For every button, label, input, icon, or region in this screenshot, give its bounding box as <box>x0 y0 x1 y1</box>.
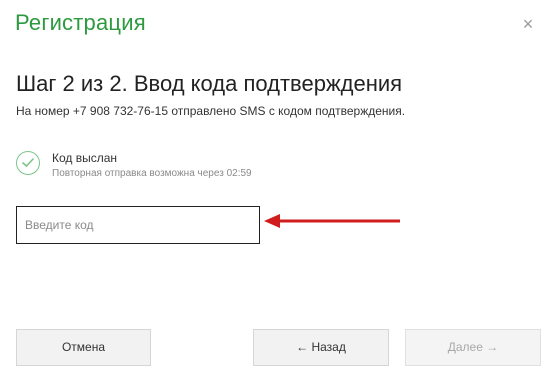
step-heading: Шаг 2 из 2. Ввод кода подтверждения <box>16 71 403 96</box>
close-icon[interactable]: × <box>518 14 538 34</box>
code-input[interactable] <box>16 206 260 244</box>
code-sent-label: Код выслан <box>52 151 118 165</box>
red-arrow-icon <box>264 214 400 228</box>
back-button[interactable]: ← Назад <box>253 329 389 366</box>
sms-sent-note: На номер +7 908 732-76-15 отправлено SMS… <box>16 104 406 118</box>
registration-dialog: Регистрация × Шаг 2 из 2. Ввод кода подт… <box>0 0 552 373</box>
check-circle-icon <box>16 151 40 175</box>
resend-timer-note: Повторная отправка возможна через 02:59 <box>52 168 252 179</box>
next-button[interactable]: Далее → <box>405 329 541 366</box>
dialog-title: Регистрация <box>15 10 146 35</box>
cancel-button[interactable]: Отмена <box>16 329 151 366</box>
